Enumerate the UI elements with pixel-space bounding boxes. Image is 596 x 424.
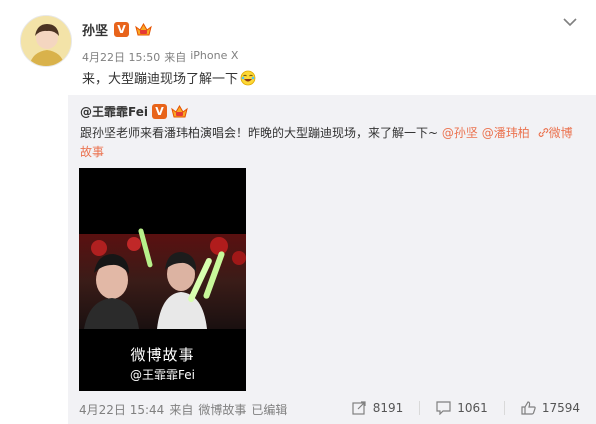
post-text-body: 来，大型蹦迪现场了解一下 — [82, 72, 239, 87]
story-video[interactable]: 微博故事 @王霏霏Fei — [79, 168, 246, 391]
link-icon — [538, 128, 548, 137]
weibo-post-card: 孙坚 V 4月22日 15:50 来自 iPhone X 来，大型蹦迪现场了解一… — [0, 0, 596, 424]
post-source: iPhone X — [190, 49, 239, 62]
post-text: 来，大型蹦迪现场了解一下 — [82, 68, 256, 87]
mention-link[interactable]: @潘玮柏 — [482, 126, 530, 140]
story-link-cont[interactable]: 故事 — [80, 145, 104, 159]
repost-meta: 4月22日 15:44 来自 微博故事 已编辑 — [79, 401, 287, 418]
repost-count-button[interactable]: 8191 — [352, 401, 404, 415]
video-caption: 微博故事 — [130, 346, 195, 364]
post-date[interactable]: 4月22日 15:50 — [82, 49, 160, 65]
share-icon — [352, 401, 366, 415]
divider — [503, 401, 505, 415]
repost-stats: 8191 1061 17594 — [352, 401, 580, 415]
source-prefix: 来自 — [169, 403, 194, 417]
divider — [419, 401, 421, 415]
repost-header: @王霏霏Fei V — [80, 103, 188, 120]
repost-text-main: 跟孙坚老师来看潘玮柏演唱会！昨晚的大型蹦迪现场，来了解一下~ — [80, 126, 439, 140]
source-prefix: 来自 — [164, 51, 187, 64]
chevron-down-icon[interactable] — [562, 16, 578, 28]
comment-count-button[interactable]: 1061 — [436, 401, 488, 415]
vip-crown-icon — [171, 105, 188, 118]
like-count-button[interactable]: 17594 — [521, 401, 580, 415]
verified-icon: V — [114, 22, 130, 37]
verified-icon: V — [151, 104, 167, 119]
story-link[interactable]: 微博 — [549, 126, 573, 140]
post-header: 孙坚 V — [82, 20, 152, 39]
author-name[interactable]: 孙坚 — [82, 20, 108, 39]
repost-date[interactable]: 4月22日 15:44 — [79, 401, 164, 418]
like-count: 17594 — [541, 401, 580, 415]
vip-crown-icon — [135, 23, 152, 36]
thumbs-up-icon — [521, 401, 536, 415]
repost-text: 跟孙坚老师来看潘玮柏演唱会！昨晚的大型蹦迪现场，来了解一下~ @孙坚 @潘玮柏 … — [80, 124, 590, 162]
repost-author[interactable]: @王霏霏Fei — [80, 103, 148, 120]
comment-count: 1061 — [457, 401, 488, 415]
laugh-emoji-icon — [240, 70, 256, 85]
avatar[interactable] — [20, 15, 72, 67]
repost-count: 8191 — [372, 401, 404, 415]
repost-box: @王霏霏Fei V 跟孙坚老师来看潘玮柏演唱会！昨晚的大型蹦迪现场，来了解一下~… — [68, 95, 596, 424]
repost-source[interactable]: 微博故事 — [198, 401, 246, 418]
post-meta: 4月22日 15:50 来自 iPhone X — [82, 49, 238, 65]
comment-icon — [436, 401, 451, 415]
video-watermark: @王霏霏Fei — [130, 368, 195, 382]
edited-label[interactable]: 已编辑 — [251, 401, 287, 418]
mention-link[interactable]: @孙坚 — [442, 126, 478, 140]
